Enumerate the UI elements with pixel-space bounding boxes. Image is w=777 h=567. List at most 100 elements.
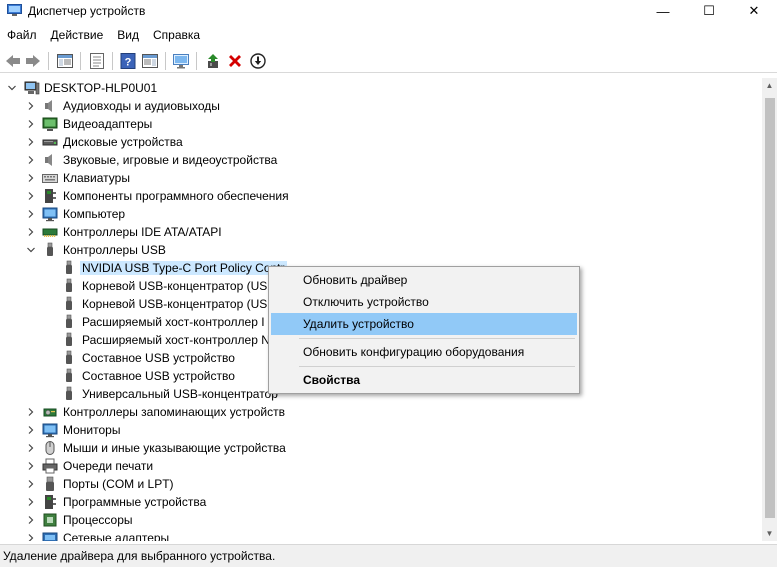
expand-icon[interactable]	[26, 425, 36, 435]
tree-category[interactable]: Контроллеры запоминающих устройств	[0, 403, 762, 421]
tree-category-label: Контроллеры запоминающих устройств	[63, 405, 285, 419]
tree-device-label: NVIDIA USB Type-C Port Policy Contr	[80, 261, 287, 275]
tree-device-label: Корневой USB-концентратор (USB	[82, 279, 276, 293]
toolbar-separator	[80, 52, 81, 70]
context-update-driver[interactable]: Обновить драйвер	[271, 269, 577, 291]
device-manager-app-icon	[7, 4, 22, 16]
toolbar: ?	[0, 49, 777, 73]
tree-category-usb[interactable]: Контроллеры USB	[0, 241, 762, 259]
usb-icon	[66, 368, 72, 382]
uninstall-device-button[interactable]	[226, 52, 244, 70]
tree-category-label: Процессоры	[63, 513, 133, 527]
maximize-button[interactable]: ☐	[686, 0, 732, 22]
context-disable-device[interactable]: Отключить устройство	[271, 291, 577, 313]
usb-icon	[66, 332, 72, 346]
menu-bar: Файл Действие Вид Справка	[0, 26, 207, 46]
expand-icon[interactable]	[26, 533, 36, 541]
properties-button[interactable]	[88, 52, 106, 70]
update-driver-button[interactable]	[204, 52, 222, 70]
tree-category[interactable]: Компоненты программного обеспечения	[0, 187, 762, 205]
expand-icon[interactable]	[26, 119, 36, 129]
disk-drive-icon	[42, 139, 58, 146]
tree-category-label: Мыши и иные указывающие устройства	[63, 441, 286, 455]
scan-hardware-button[interactable]	[172, 52, 190, 70]
title-bar: Диспетчер устройств — ☐ ✕	[0, 0, 777, 22]
tree-category[interactable]: Дисковые устройства	[0, 133, 762, 151]
menu-item-label: Свойства	[303, 373, 361, 387]
tree-category-label: Клавиатуры	[63, 171, 130, 185]
tree-category[interactable]: Процессоры	[0, 511, 762, 529]
toolbar-separator	[196, 52, 197, 70]
scroll-up-icon[interactable]: ▲	[762, 78, 777, 93]
tree-root[interactable]: DESKTOP-HLP0U01	[0, 79, 762, 97]
tree-category[interactable]: Контроллеры IDE ATA/ATAPI	[0, 223, 762, 241]
toolbar-separator	[112, 52, 113, 70]
expand-icon[interactable]	[26, 443, 36, 453]
usb-icon	[66, 278, 72, 292]
tree-category[interactable]: Мониторы	[0, 421, 762, 439]
tree-category[interactable]: Очереди печати	[0, 457, 762, 475]
status-text: Удаление драйвера для выбранного устройс…	[3, 549, 276, 563]
tree-device-label: Расширяемый хост-контроллер I	[82, 315, 265, 329]
scrollbar-thumb[interactable]	[765, 98, 775, 518]
vertical-scrollbar[interactable]: ▲ ▼	[762, 78, 777, 541]
menu-action[interactable]: Действие	[44, 26, 111, 46]
expand-icon[interactable]	[26, 407, 36, 417]
close-button[interactable]: ✕	[731, 0, 777, 22]
show-hide-tree-button[interactable]	[56, 52, 74, 70]
menu-help[interactable]: Справка	[146, 26, 207, 46]
properties-icon	[90, 53, 104, 69]
expand-icon[interactable]	[26, 137, 36, 147]
tree-device-label: Составное USB устройство	[82, 369, 235, 383]
expand-icon[interactable]	[26, 155, 36, 165]
speaker-icon	[45, 154, 52, 166]
expand-icon[interactable]	[26, 101, 36, 111]
disable-device-button[interactable]	[249, 52, 267, 70]
tree-category[interactable]: Порты (COM и LPT)	[0, 475, 762, 493]
tree-category[interactable]: Звуковые, игровые и видеоустройства	[0, 151, 762, 169]
mouse-icon	[45, 441, 55, 455]
close-icon: ✕	[748, 3, 760, 18]
tree-category-label: Компоненты программного обеспечения	[63, 189, 289, 203]
context-uninstall-device[interactable]: Удалить устройство	[271, 313, 577, 335]
tree-category[interactable]: Мыши и иные указывающие устройства	[0, 439, 762, 457]
tree-category[interactable]: Сетевые адаптеры	[0, 529, 762, 541]
menu-view[interactable]: Вид	[110, 26, 146, 46]
forward-button[interactable]	[24, 52, 42, 70]
tree-category[interactable]: Аудиовходы и аудиовыходы	[0, 97, 762, 115]
collapse-icon[interactable]	[26, 245, 36, 255]
expand-icon[interactable]	[26, 515, 36, 525]
minimize-button[interactable]: —	[640, 0, 686, 22]
action-pane-button[interactable]	[141, 52, 159, 70]
expand-icon[interactable]	[26, 227, 36, 237]
back-icon	[6, 55, 20, 67]
expand-icon[interactable]	[26, 461, 36, 471]
speaker-icon	[45, 100, 52, 112]
tree-device-label: Расширяемый хост-контроллер N	[82, 333, 270, 347]
expand-icon[interactable]	[26, 497, 36, 507]
menu-item-label: Удалить устройство	[303, 317, 414, 331]
menu-file[interactable]: Файл	[0, 26, 44, 46]
svg-text:?: ?	[125, 57, 132, 69]
tree-category[interactable]: Клавиатуры	[0, 169, 762, 187]
tree-category[interactable]: Видеоадаптеры	[0, 115, 762, 133]
tree-category[interactable]: Программные устройства	[0, 493, 762, 511]
expand-icon[interactable]	[26, 173, 36, 183]
context-properties[interactable]: Свойства	[271, 369, 577, 391]
update-driver-icon	[208, 54, 218, 68]
expand-icon[interactable]	[26, 209, 36, 219]
back-button[interactable]	[4, 52, 22, 70]
scan-hardware-icon	[173, 54, 189, 69]
scroll-down-icon[interactable]: ▼	[762, 526, 777, 541]
expand-icon[interactable]	[26, 191, 36, 201]
port-icon	[46, 476, 54, 491]
collapse-icon[interactable]	[7, 83, 17, 93]
tree-category[interactable]: Компьютер	[0, 205, 762, 223]
tree-category-label: Программные устройства	[63, 495, 207, 509]
ide-controller-icon	[42, 228, 58, 237]
tree-category-label: Порты (COM и LPT)	[63, 477, 174, 491]
usb-icon	[66, 260, 72, 274]
help-button[interactable]: ?	[119, 52, 137, 70]
expand-icon[interactable]	[26, 479, 36, 489]
context-scan-hardware[interactable]: Обновить конфигурацию оборудования	[271, 341, 577, 363]
